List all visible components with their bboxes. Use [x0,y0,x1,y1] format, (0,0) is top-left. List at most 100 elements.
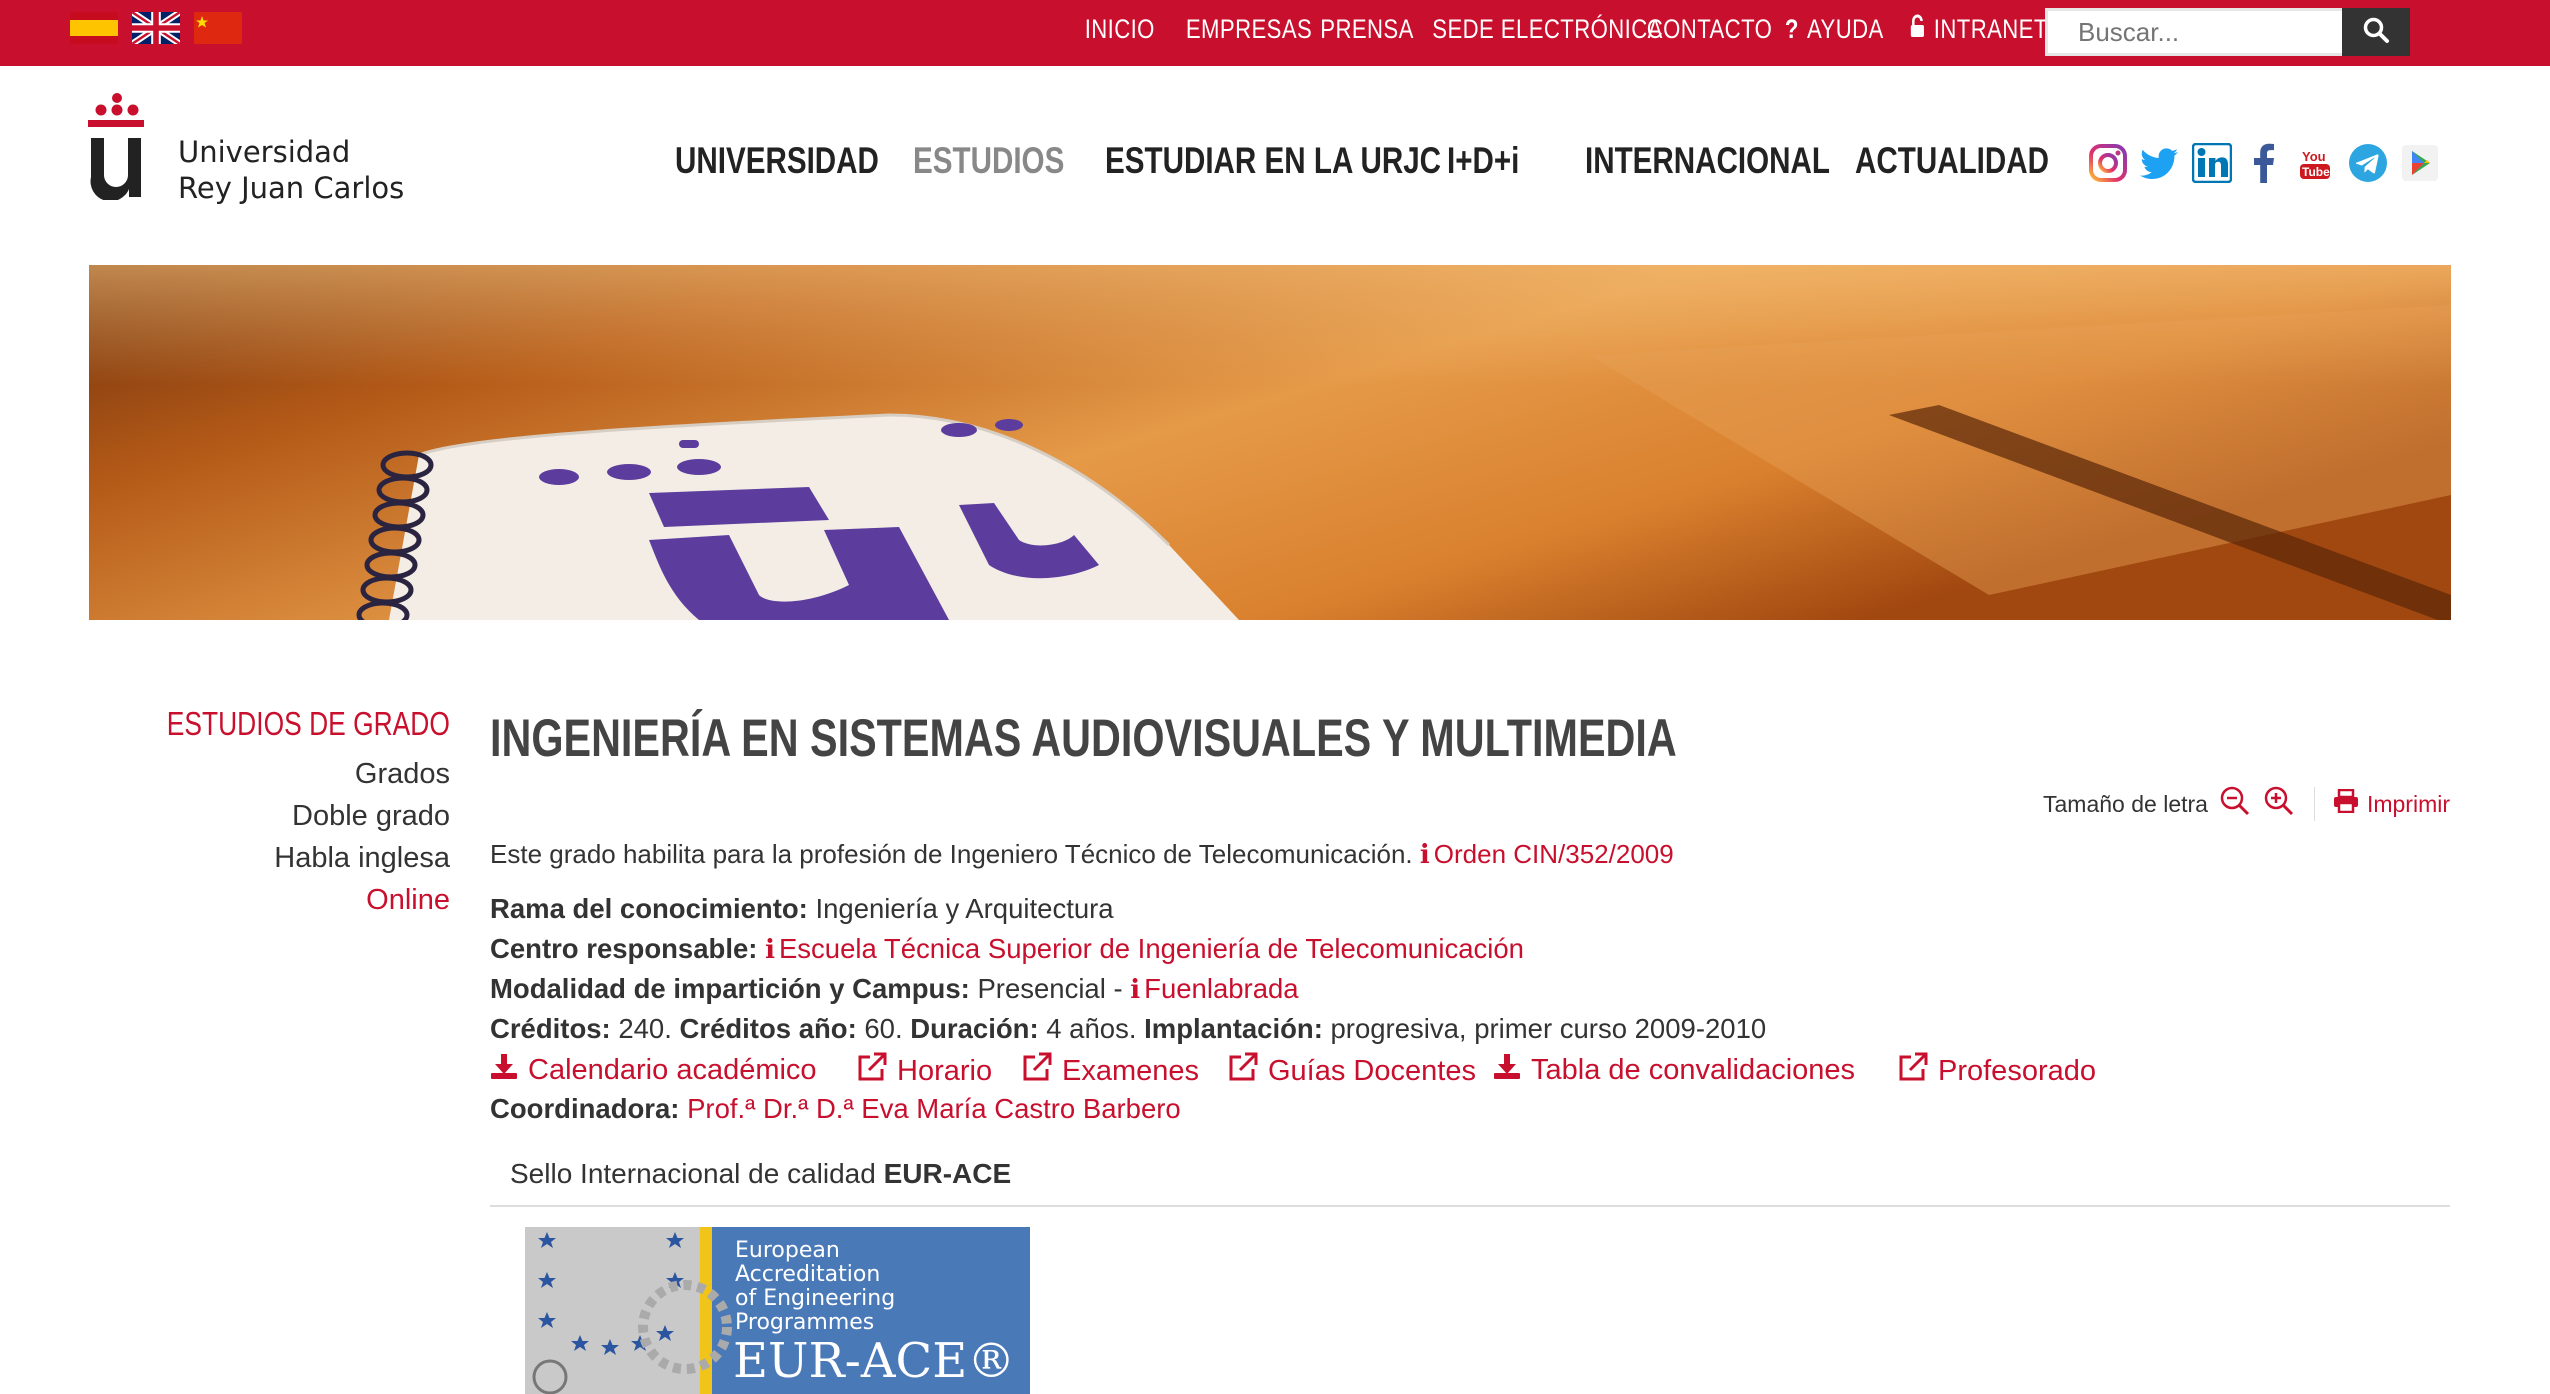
topnav-inicio[interactable]: INICIO [1085,14,1155,45]
urjc-logo[interactable]: Universidad Rey Juan Carlos [88,90,408,210]
link-horario-label: Horario [897,1054,993,1087]
hero-banner [89,265,2451,620]
print-icon [2333,788,2359,819]
topnav-ayuda-label: AYUDA [1806,14,1884,44]
badge-line-4: Programmes [735,1310,874,1335]
orden-link[interactable]: i Orden CIN/352/2009 [1419,839,1674,870]
nav-idi[interactable]: I+D+i [1447,140,1519,182]
link-guias-label: Guías Docentes [1268,1054,1476,1087]
nav-internacional[interactable]: INTERNACIONAL [1585,140,1830,182]
implantacion-value: progresiva, primer curso 2009-2010 [1330,1013,1767,1044]
badge-line-2: Accreditation [735,1262,880,1287]
coordinadora-line: Coordinadora: Prof.ª Dr.ª D.ª Eva María … [490,1093,1181,1125]
link-examenes-label: Examenes [1062,1054,1200,1087]
logo-line-2: Rey Juan Carlos [178,171,405,205]
link-tabla-label: Tabla de convalidaciones [1531,1053,1856,1086]
section-divider [490,1205,2450,1207]
urjc-logo-mark [88,93,144,200]
uk-flag-icon[interactable] [132,12,180,44]
centro-label: Centro responsable: [490,933,758,964]
topnav-intranet[interactable]: INTRANET [1909,14,2048,45]
topnav-prensa-label: PRENSA [1320,14,1414,44]
topnav-empresas-label: EMPRESAS [1185,14,1313,44]
creditos-line: Créditos: 240. Créditos año: 60. Duració… [490,1013,1766,1045]
font-size-label: Tamaño de letra [2043,790,2208,817]
sidebar-item-online[interactable]: Online [96,879,450,921]
search-button[interactable] [2342,8,2410,56]
rama-label: Rama del conocimiento: [490,893,808,924]
print-button[interactable]: Imprimir [2333,788,2450,819]
top-bar: INICIO EMPRESAS PRENSA SEDE ELECTRÓNICA … [0,0,2550,66]
page-title: INGENIERÍA EN SISTEMAS AUDIOVISUALES Y M… [490,709,1677,768]
sidebar-item-doble-grado[interactable]: Doble grado [96,795,450,837]
link-tabla-convalidaciones[interactable]: Tabla de convalidaciones [1493,1052,1855,1088]
language-switcher [70,12,242,44]
info-icon: i [1130,975,1141,1005]
topnav-empresas[interactable]: EMPRESAS [1186,14,1312,45]
nav-universidad[interactable]: UNIVERSIDAD [675,140,879,182]
topnav-contacto-label: CONTACTO [1646,14,1773,44]
external-link-icon [1228,1052,1258,1090]
svg-text:Tube: Tube [2302,165,2330,179]
topnav-contacto[interactable]: CONTACTO [1647,14,1772,45]
eur-ace-badge[interactable]: European Accreditation of Engineering Pr… [525,1227,1030,1394]
creditos-label: Créditos: [490,1013,611,1044]
nav-estudios[interactable]: ESTUDIOS [913,140,1064,182]
topnav-sede[interactable]: SEDE ELECTRÓNICA [1432,14,1662,45]
modalidad-label: Modalidad de impartición y Campus: [490,973,970,1004]
centro-value: Escuela Técnica Superior de Ingeniería d… [778,933,1524,964]
instagram-icon[interactable] [2088,143,2128,183]
link-guias-docentes[interactable]: Guías Docentes [1228,1052,1476,1090]
sidebar-item-grados[interactable]: Grados [96,753,450,795]
download-icon [1493,1052,1521,1088]
campus-value: Fuenlabrada [1144,973,1299,1004]
link-calendario-label: Calendario académico [528,1053,817,1086]
implantacion-label: Implantación: [1144,1013,1323,1044]
link-calendario[interactable]: Calendario académico [490,1052,817,1088]
nav-actualidad[interactable]: ACTUALIDAD [1855,140,2049,182]
rama-line: Rama del conocimiento: Ingeniería y Arqu… [490,893,1114,925]
download-icon [490,1052,518,1088]
badge-line-3: of Engineering [735,1286,895,1311]
logo-text: Universidad Rey Juan Carlos [178,134,404,206]
facebook-icon[interactable] [2244,143,2284,183]
rama-value: Ingeniería y Arquitectura [815,893,1114,924]
centro-line: Centro responsable: i Escuela Técnica Sup… [490,933,1524,965]
link-examenes[interactable]: Examenes [1022,1052,1199,1090]
link-profesorado[interactable]: Profesorado [1898,1052,2096,1090]
link-profesorado-label: Profesorado [1938,1054,2096,1087]
sidebar: ESTUDIOS DE GRADO Grados Doble grado Hab… [96,705,450,921]
topnav-inicio-label: INICIO [1084,14,1155,44]
external-link-icon [1898,1052,1928,1090]
link-horario[interactable]: Horario [857,1052,992,1090]
info-icon: i [1419,840,1430,870]
search-icon [2362,16,2390,49]
seal-prefix: Sello Internacional de calidad [510,1158,876,1189]
zoom-in-icon[interactable] [2262,784,2296,824]
seal-section-title: Sello Internacional de calidad EUR-ACE [510,1158,1011,1190]
print-label: Imprimir [2366,790,2450,817]
orden-link-label: Orden CIN/352/2009 [1433,839,1674,869]
external-link-icon [857,1052,887,1090]
eur-ace-badge-graphic: European Accreditation of Engineering Pr… [525,1227,1030,1394]
coord-link[interactable]: Prof.ª Dr.ª D.ª Eva María Castro Barbero [687,1093,1181,1124]
twitter-icon[interactable] [2140,143,2180,183]
centro-link[interactable]: i Escuela Técnica Superior de Ingeniería … [765,933,1524,965]
topnav-ayuda[interactable]: ? AYUDA [1785,14,1884,45]
nav-estudiar-en-la-urjc[interactable]: ESTUDIAR EN LA URJC [1105,140,1441,182]
spain-flag-icon[interactable] [70,12,118,44]
linkedin-icon[interactable] [2191,142,2233,184]
zoom-out-icon[interactable] [2218,784,2252,824]
topnav-prensa[interactable]: PRENSA [1320,14,1414,45]
coord-label: Coordinadora: [490,1093,680,1124]
china-flag-icon[interactable] [194,12,242,44]
sidebar-item-habla-inglesa[interactable]: Habla inglesa [96,837,450,879]
youtube-icon[interactable]: You Tube [2296,143,2336,183]
svg-text:You: You [2302,149,2326,164]
banner-image [89,265,2451,620]
modalidad-value: Presencial - [977,973,1123,1004]
play-icon[interactable] [2400,143,2440,183]
telegram-icon[interactable] [2348,143,2388,183]
campus-link[interactable]: i Fuenlabrada [1130,973,1299,1005]
creditos-value: 240. [618,1013,672,1044]
